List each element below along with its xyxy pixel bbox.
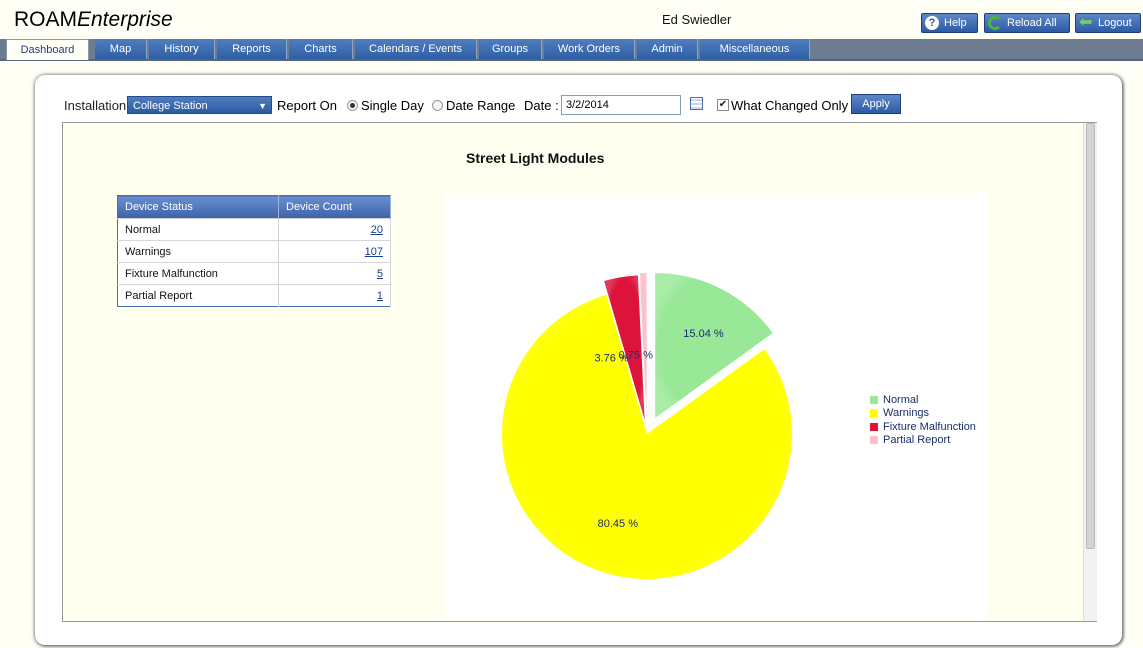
- help-icon: ?: [925, 16, 939, 30]
- legend-swatch: [870, 395, 878, 404]
- device-status-table: Device Status Device Count Normal 20 War…: [117, 195, 391, 307]
- help-button[interactable]: ? Help: [921, 13, 978, 33]
- brand-plain: ROAM: [14, 8, 77, 31]
- legend-item[interactable]: Partial Report: [870, 434, 976, 448]
- chevron-down-icon: ▼: [258, 101, 267, 111]
- installation-select[interactable]: College Station ▼: [127, 96, 272, 114]
- legend-label: Normal: [883, 393, 919, 406]
- logout-button[interactable]: ⬅ Logout: [1075, 13, 1141, 33]
- legend-swatch: [870, 436, 878, 445]
- count-link[interactable]: 5: [377, 268, 383, 280]
- count-cell: 107: [278, 240, 391, 263]
- tab-miscellaneous[interactable]: Miscellaneous: [700, 39, 810, 59]
- legend-label: Partial Report: [883, 434, 951, 447]
- pie-label-normal: 15.04 %: [683, 328, 724, 340]
- tab-history[interactable]: History: [149, 39, 215, 59]
- tab-calendars-events[interactable]: Calendars / Events: [355, 39, 477, 59]
- scrollbar-thumb[interactable]: [1086, 123, 1095, 549]
- brand-italic: Enterprise: [77, 8, 173, 31]
- count-link[interactable]: 107: [365, 246, 383, 258]
- status-cell: Warnings: [117, 240, 279, 263]
- apply-button[interactable]: Apply: [851, 94, 901, 114]
- date-label: Date :: [524, 98, 559, 113]
- count-link[interactable]: 20: [371, 224, 383, 236]
- table-row: Warnings 107: [117, 240, 391, 263]
- date-range-radio[interactable]: [432, 100, 443, 111]
- count-link[interactable]: 1: [377, 290, 383, 302]
- date-range-label: Date Range: [446, 98, 516, 113]
- legend-item[interactable]: Normal: [870, 393, 976, 407]
- pie-label-partial-report: 0.75 %: [619, 349, 653, 361]
- table-header-row: Device Status Device Count: [117, 195, 391, 219]
- count-cell: 5: [278, 262, 391, 285]
- count-cell: 20: [278, 218, 391, 241]
- legend-label: Fixture Malfunction: [883, 420, 976, 433]
- single-day-label: Single Day: [361, 98, 424, 113]
- logout-label: Logout: [1098, 17, 1132, 29]
- arrow-left-icon: ⬅: [1079, 14, 1093, 31]
- chart-legend: Normal Warnings Fixture Malfunction Partial…: [870, 393, 976, 447]
- reload-label: Reload All: [1007, 17, 1057, 29]
- main-nav: Dashboard Map History Reports Charts Cal…: [0, 39, 1143, 61]
- tab-charts[interactable]: Charts: [289, 39, 353, 59]
- date-input[interactable]: [561, 95, 681, 115]
- pie-label-warnings: 80.45 %: [598, 518, 639, 530]
- report-on-label: Report On: [277, 98, 337, 113]
- installation-value: College Station: [133, 100, 208, 112]
- help-label: Help: [944, 17, 967, 29]
- chart-title: Street Light Modules: [466, 150, 605, 166]
- reload-all-button[interactable]: Reload All: [984, 13, 1070, 33]
- app-logo: ROAMEnterprise: [14, 8, 173, 32]
- column-header-device-status: Device Status: [117, 195, 279, 219]
- table-row: Partial Report 1: [117, 284, 391, 307]
- legend-item[interactable]: Fixture Malfunction: [870, 420, 976, 434]
- what-changed-checkbox[interactable]: ✔: [717, 99, 729, 111]
- table-row: Normal 20: [117, 218, 391, 241]
- user-name: Ed Swiedler: [662, 12, 732, 27]
- legend-swatch: [870, 422, 878, 431]
- what-changed-label: What Changed Only: [731, 98, 849, 113]
- legend-swatch: [870, 409, 878, 418]
- tab-reports[interactable]: Reports: [217, 39, 287, 59]
- tab-groups[interactable]: Groups: [479, 39, 542, 59]
- single-day-radio[interactable]: [347, 100, 358, 111]
- count-cell: 1: [278, 284, 391, 307]
- tab-map[interactable]: Map: [95, 39, 147, 59]
- vertical-scrollbar[interactable]: [1083, 123, 1097, 621]
- legend-label: Warnings: [883, 407, 930, 420]
- status-cell: Fixture Malfunction: [117, 262, 279, 285]
- tab-work-orders[interactable]: Work Orders: [544, 39, 635, 59]
- status-cell: Partial Report: [117, 284, 279, 307]
- table-row: Fixture Malfunction 5: [117, 262, 391, 285]
- legend-item[interactable]: Warnings: [870, 407, 976, 421]
- reload-icon: [988, 16, 1002, 30]
- column-header-device-count: Device Count: [278, 195, 391, 219]
- installation-label: Installation: [64, 98, 127, 113]
- tab-dashboard[interactable]: Dashboard: [6, 39, 89, 60]
- status-cell: Normal: [117, 218, 279, 241]
- tab-admin[interactable]: Admin: [637, 39, 698, 59]
- calendar-icon[interactable]: [690, 97, 703, 110]
